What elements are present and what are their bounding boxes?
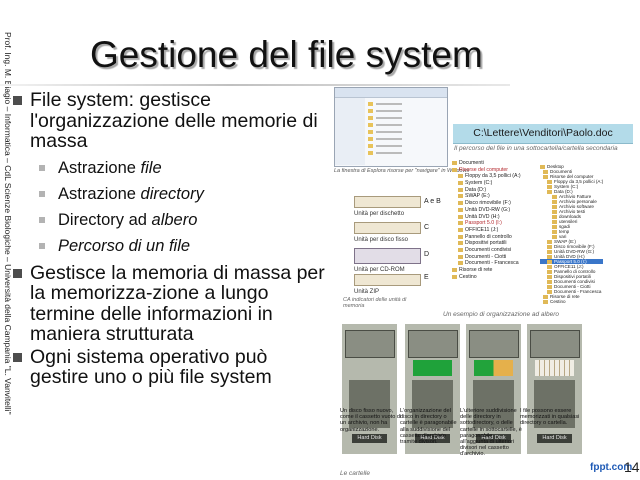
cabinet-description: L'organizzazione del disco in directory … bbox=[400, 408, 457, 446]
cabinet-description: I file possono essere memorizzati in qua… bbox=[520, 408, 580, 427]
bullet-sistema-operativo: Ogni sistema operativo può gestire uno o… bbox=[12, 345, 330, 388]
drive-label: Unità ZIP bbox=[354, 289, 380, 295]
sub-bullet-emphasis: file bbox=[140, 158, 162, 177]
cdrom-drive: Unità per CD-ROM bbox=[354, 248, 421, 273]
explorer-tree-pane bbox=[335, 98, 365, 165]
tree-item: OFFICE11 (J:) bbox=[452, 227, 521, 234]
explorer-file-list bbox=[368, 101, 402, 157]
explorer-window-figure bbox=[334, 87, 448, 167]
sub-bullet-directory-albero: Directory ad albero bbox=[12, 207, 330, 233]
folder-icon bbox=[368, 136, 402, 142]
tree-item: Cestino bbox=[452, 274, 521, 281]
zip-drive-icon bbox=[354, 274, 421, 286]
drive-label: Unità per disco fisso bbox=[354, 237, 409, 243]
folder-icon bbox=[368, 108, 402, 114]
tree-item: Unità DVD-RW (G:) bbox=[452, 207, 521, 214]
folder-icon bbox=[368, 150, 402, 156]
tree-item: Unità DVD (H:) bbox=[452, 214, 521, 221]
cabinet-drawer bbox=[345, 330, 395, 358]
sub-bullet-astrazione-directory: Astrazione directory bbox=[12, 181, 330, 207]
bullet-text: Gestisce la memoria di massa per la memo… bbox=[30, 261, 325, 345]
folder-icon bbox=[368, 143, 402, 149]
drive-letter: C bbox=[424, 224, 430, 231]
sub-bullet-emphasis: directory bbox=[140, 184, 204, 203]
tree-item: Dispositivi portatili bbox=[452, 240, 521, 247]
tree-item: SWAP (E:) bbox=[452, 193, 521, 200]
tree-item: Documenti - Ciotti bbox=[452, 254, 521, 261]
cabinet-label: Hard Disk bbox=[352, 434, 387, 443]
tree-item: Disco rimovibile (F:) bbox=[452, 200, 521, 207]
tree-item: Passport 5.0 (I:) bbox=[452, 220, 521, 227]
tree-item: Data (D:) bbox=[452, 187, 521, 194]
cabinet-drawer bbox=[469, 330, 519, 358]
drive-letter: A e B bbox=[424, 198, 441, 205]
folder-icon bbox=[368, 101, 402, 107]
file-path-caption: Il percorso del file in una sottocartell… bbox=[454, 145, 618, 152]
folder-icon bbox=[368, 122, 402, 128]
bullet-square-icon bbox=[13, 268, 22, 278]
bullet-file-system: File system: gestisce l'organizzazione d… bbox=[12, 90, 330, 152]
sub-bullet-square-icon bbox=[39, 242, 45, 249]
bullet-text: Ogni sistema operativo può gestire uno o… bbox=[30, 345, 272, 388]
sub-bullet-astrazione-file: Astrazione file bbox=[12, 155, 330, 181]
sub-bullet-text: Directory ad bbox=[58, 210, 152, 229]
bullet-text: File system: gestisce l'organizzazione d… bbox=[30, 89, 318, 152]
sub-bullet-square-icon bbox=[39, 164, 45, 171]
drive-letter: E bbox=[424, 274, 429, 281]
slide-title: Gestione del file system bbox=[90, 34, 483, 75]
tree-item: Pannello di controllo bbox=[452, 234, 521, 241]
documents-icon bbox=[535, 360, 574, 376]
drive-label: Unità per CD-ROM bbox=[354, 267, 405, 273]
folder-icon bbox=[368, 115, 402, 121]
bullet-square-icon bbox=[13, 352, 22, 362]
folder-dividers-icon bbox=[413, 360, 452, 376]
cabinet-description: Un disco fisso nuovo, come il cassetto v… bbox=[340, 408, 402, 433]
tree-item: Documenti bbox=[452, 160, 521, 167]
tree-item: Documenti condivisi bbox=[452, 247, 521, 254]
explorer-toolbar bbox=[335, 88, 447, 98]
folder-icon bbox=[368, 129, 402, 135]
floppy-drive: Unità per dischetto bbox=[354, 196, 421, 217]
hard-drive: Unità per disco fisso bbox=[354, 222, 421, 243]
sub-bullet-list: Astrazione file Astrazione directory Dir… bbox=[12, 155, 330, 259]
tree-item: Risorse di rete bbox=[452, 267, 521, 274]
bullet-square-icon bbox=[13, 96, 22, 105]
sub-bullet-square-icon bbox=[39, 190, 45, 197]
title-divider bbox=[0, 84, 510, 86]
floppy-drive-icon bbox=[354, 196, 421, 208]
file-path-box: C:\Lettere\Venditori\Paolo.doc bbox=[453, 124, 633, 144]
cabinet-drawer bbox=[408, 330, 458, 358]
sub-bullet-text: Astrazione bbox=[58, 184, 141, 203]
tree-item: Cestino bbox=[540, 299, 603, 304]
folder-tree-left: Documenti Risorse del computer Floppy da… bbox=[452, 160, 521, 280]
cabinet-files: Hard Disk bbox=[527, 324, 582, 454]
bullet-list: File system: gestisce l'organizzazione d… bbox=[12, 90, 330, 390]
sub-bullet-emphasis: Percorso di un file bbox=[58, 236, 191, 255]
sub-bullet-square-icon bbox=[39, 216, 45, 223]
sub-bullet-text: Astrazione bbox=[58, 158, 141, 177]
cdrom-drive-icon bbox=[354, 248, 421, 264]
sub-bullet-emphasis: albero bbox=[151, 210, 198, 229]
drive-label: Unità per dischetto bbox=[354, 211, 405, 217]
cabinet-drawer bbox=[530, 330, 580, 358]
tree-item: System (C:) bbox=[452, 180, 521, 187]
tree-item: Documenti - Francesca bbox=[452, 260, 521, 267]
sub-bullet-percorso-file: Percorso di un file bbox=[12, 233, 330, 259]
tree-item: Floppy da 3,5 pollici (A:) bbox=[452, 173, 521, 180]
bullet-memoria-massa: Gestisce la memoria di massa per la memo… bbox=[12, 261, 330, 345]
explorer-caption: La finestra di Esplora risorse per "navi… bbox=[334, 168, 470, 174]
drives-caption: CA indicatori delle unità di memoria bbox=[343, 297, 407, 309]
hard-drive-icon bbox=[354, 222, 421, 234]
tree-item: Risorse del computer bbox=[452, 167, 521, 174]
zip-drive: Unità ZIP bbox=[354, 274, 421, 295]
cabinet-empty: Hard Disk bbox=[342, 324, 397, 454]
drive-letter: D bbox=[424, 251, 430, 258]
cabinet-label: Hard Disk bbox=[537, 434, 572, 443]
folder-tree-right: Desktop Documenti Risorse del computer F… bbox=[540, 164, 604, 304]
page-number: 14 bbox=[624, 459, 640, 475]
tree-caption: Un esempio di organizzazione ad albero bbox=[443, 311, 559, 318]
cabinets-caption: Le cartelle bbox=[340, 470, 370, 477]
subfolder-dividers-icon bbox=[474, 360, 513, 376]
cabinet-description: L'ulteriore suddivisione delle directory… bbox=[460, 408, 522, 458]
